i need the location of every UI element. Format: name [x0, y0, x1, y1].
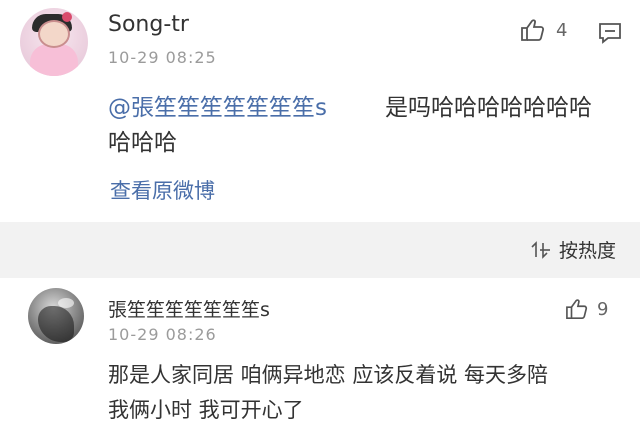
like-button[interactable]: 9 — [565, 298, 608, 320]
comment-icon[interactable] — [598, 22, 622, 44]
reply-username[interactable]: 張笙笙笙笙笙笙笙s — [108, 295, 270, 322]
thumbs-up-icon — [520, 18, 546, 42]
comment-text-cont: 哈哈哈 — [108, 130, 177, 156]
reply-card — [0, 278, 640, 426]
avatar[interactable] — [28, 288, 84, 344]
sort-icon — [531, 240, 551, 259]
comment-username[interactable]: Song-tr — [108, 12, 189, 37]
sort-label: 按热度 — [558, 240, 616, 262]
avatar[interactable] — [20, 8, 88, 76]
like-count: 9 — [597, 298, 609, 320]
reply-text-cont: 我俩小时 我可开心了 — [108, 398, 304, 422]
mention-link[interactable]: @張笙笙笙笙笙笙笙s — [108, 88, 327, 122]
comment-text: 是吗哈哈哈哈哈哈哈 — [385, 95, 592, 121]
reply-timestamp: 10-29 08:26 — [108, 325, 217, 344]
like-count: 4 — [556, 19, 568, 41]
thumbs-up-icon — [565, 298, 589, 320]
comment-timestamp: 10-29 08:25 — [108, 48, 217, 67]
reply-text: 那是人家同居 咱俩异地恋 应该反着说 每天多陪 — [108, 363, 549, 387]
sort-by-heat-button[interactable]: 按热度 — [531, 236, 616, 263]
view-original-link[interactable]: 查看原微博 — [110, 175, 215, 205]
like-button[interactable]: 4 — [520, 18, 567, 42]
